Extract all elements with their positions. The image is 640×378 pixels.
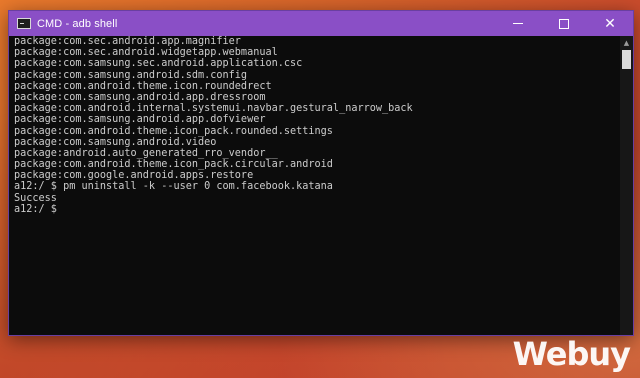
- scroll-up-arrow-icon[interactable]: ▲: [620, 36, 633, 49]
- console-line: package:com.google.android.apps.restore: [14, 170, 254, 182]
- title-bar[interactable]: CMD - adb shell ✕: [9, 11, 633, 36]
- console-line: package:com.sec.android.widgetapp.webman…: [14, 47, 278, 59]
- console-line: package:com.samsung.android.sdm.config: [14, 69, 248, 81]
- console-line: package:com.samsung.android.app.dressroo…: [14, 91, 266, 103]
- scroll-thumb[interactable]: [622, 50, 631, 69]
- vertical-scrollbar[interactable]: ▲: [620, 36, 633, 335]
- minimize-button[interactable]: [495, 11, 541, 36]
- minimize-icon: [513, 23, 523, 24]
- console-line: package:com.android.theme.icon_pack.roun…: [14, 125, 333, 137]
- command-result: Success: [14, 192, 57, 204]
- cmd-app-icon[interactable]: [17, 18, 31, 29]
- shell-prompt[interactable]: a12:/ $: [14, 204, 620, 215]
- maximize-icon: [559, 18, 569, 29]
- window-controls: ✕: [495, 11, 633, 36]
- console-line: package:com.android.internal.systemui.na…: [14, 103, 413, 115]
- close-icon: ✕: [604, 15, 616, 32]
- webuy-watermark-logo: Webuy: [512, 335, 631, 373]
- console-line: package:com.android.theme.icon.roundedre…: [14, 80, 272, 92]
- console-line: package:com.samsung.android.video: [14, 136, 217, 148]
- window-title: CMD - adb shell: [37, 17, 118, 30]
- close-button[interactable]: ✕: [587, 11, 633, 36]
- command-line: a12:/ $ pm uninstall -k --user 0 com.fac…: [14, 181, 333, 193]
- console-line: package:com.samsung.sec.android.applicat…: [14, 58, 303, 70]
- console-line: package:com.android.theme.icon_pack.circ…: [14, 159, 333, 171]
- console-line: package:android.auto_generated_rro_vendo…: [14, 147, 278, 159]
- console-line: package:com.sec.android.app.magnifier: [14, 36, 241, 47]
- console-line: package:com.samsung.android.app.dofviewe…: [14, 114, 266, 126]
- console-output[interactable]: package:com.sec.android.app.magnifier pa…: [9, 36, 620, 335]
- cmd-window[interactable]: CMD - adb shell ✕ package:com.sec.androi…: [8, 10, 634, 336]
- maximize-button[interactable]: [541, 11, 587, 36]
